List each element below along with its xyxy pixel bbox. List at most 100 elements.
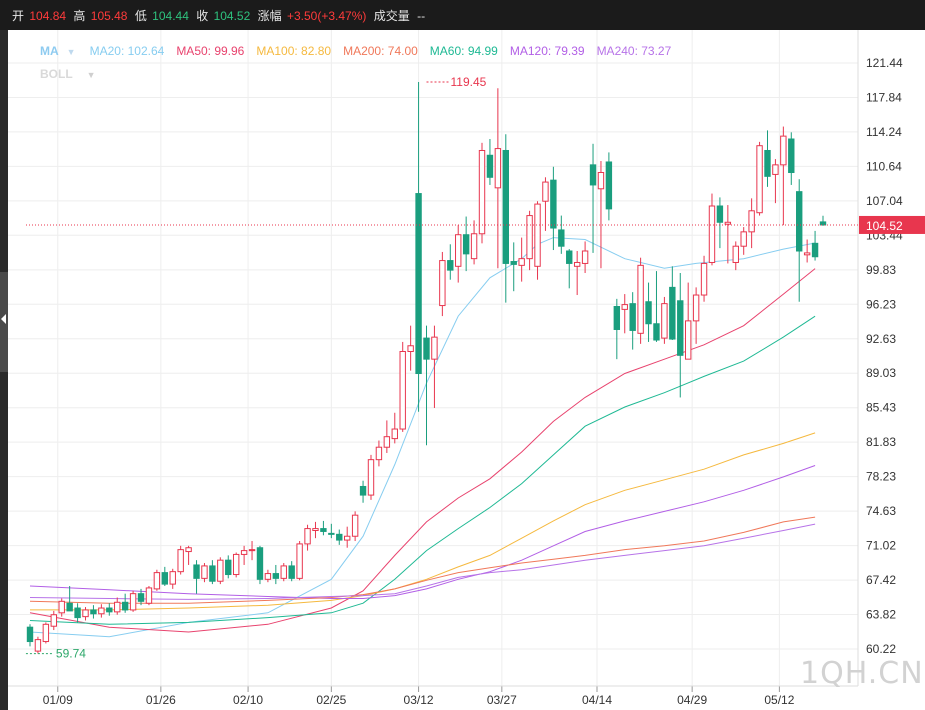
y-tick-label: 99.83 <box>866 263 896 277</box>
candle-body <box>114 601 121 613</box>
boll-label[interactable]: BOLL <box>40 67 73 81</box>
candle-body <box>121 601 129 611</box>
candle-body <box>645 301 652 325</box>
ma-dropdown-icon[interactable]: ▼ <box>67 47 76 57</box>
candle-body <box>217 559 224 582</box>
boll-dropdown-icon[interactable]: ▼ <box>87 70 96 80</box>
ma-legend-title[interactable]: MA <box>40 44 59 58</box>
candle-body <box>764 149 771 177</box>
ma-legend-item: MA240: 73.27 <box>596 44 672 58</box>
watermark-logo: 1QH.CN <box>800 656 924 691</box>
candle-body <box>803 252 811 256</box>
candle-body <box>137 593 145 602</box>
x-tick-label: 04/14 <box>582 693 612 707</box>
y-tick-label: 96.23 <box>866 297 896 311</box>
x-tick-label: 01/26 <box>146 693 176 707</box>
candle-body <box>486 154 494 178</box>
candle-body <box>796 191 803 252</box>
candle-body <box>161 572 169 585</box>
ma-legend-item: MA120: 79.39 <box>509 44 585 58</box>
candle-body <box>415 193 422 375</box>
candle-body <box>26 626 34 643</box>
candle-body <box>383 436 391 448</box>
x-tick-label: 04/29 <box>677 693 707 707</box>
candle-body <box>558 229 565 247</box>
max-annotation-label: 119.45 <box>451 75 487 89</box>
candle-body <box>447 260 454 271</box>
candle-body <box>534 203 541 267</box>
candle-body <box>423 337 430 360</box>
ma-legend-item: MA20: 102.64 <box>89 44 165 58</box>
y-tick-label: 60.22 <box>866 642 896 656</box>
candle-body <box>653 323 660 341</box>
candle-body <box>613 306 621 330</box>
candle-body <box>209 565 216 582</box>
candle-body <box>581 250 589 264</box>
candle-body <box>98 607 105 615</box>
candle-body <box>344 535 351 541</box>
candle-body <box>542 181 549 202</box>
candle-body <box>328 532 335 535</box>
y-tick-label: 78.23 <box>866 470 896 484</box>
candle-body <box>502 149 510 264</box>
candle-body <box>692 294 700 322</box>
boll-indicator[interactable]: BOLL ▼ <box>40 67 96 81</box>
candle-body <box>296 543 303 579</box>
candle-body <box>375 446 383 461</box>
candle-body <box>566 250 573 264</box>
candle-body <box>153 572 161 590</box>
candle-body <box>129 593 137 611</box>
candle-body <box>66 602 73 612</box>
candle-body <box>367 459 375 496</box>
candle-body <box>320 528 327 532</box>
candle-body <box>336 533 343 541</box>
y-tick-label: 63.82 <box>866 608 896 622</box>
candlestick-chart: 121.44117.84114.24110.64107.04103.4499.8… <box>8 30 925 707</box>
candle-body <box>589 164 597 186</box>
candle-body <box>478 149 486 235</box>
y-tick-label: 89.03 <box>866 366 896 380</box>
candle-body <box>740 231 747 247</box>
candle-body <box>788 138 795 174</box>
y-tick-label: 81.83 <box>866 435 896 449</box>
x-tick-label: 05/12 <box>764 693 794 707</box>
x-tick-label: 02/10 <box>233 693 263 707</box>
x-tick-label: 02/25 <box>316 693 346 707</box>
candle-body <box>677 300 684 356</box>
candle-body <box>462 234 470 255</box>
ma-legend-items: MA20: 102.64 MA50: 99.96 MA100: 82.80 MA200… <box>90 44 684 58</box>
candle-body <box>82 609 89 618</box>
y-tick-label: 67.42 <box>866 573 896 587</box>
y-tick-label: 74.63 <box>866 504 896 518</box>
candle-body <box>431 336 438 360</box>
candle-body <box>304 528 311 545</box>
candle-body <box>240 550 248 555</box>
candle-body <box>232 553 240 576</box>
candle-body <box>74 607 81 619</box>
candle-body <box>248 549 256 552</box>
current-price-label: 104.52 <box>866 219 903 233</box>
candle-body <box>225 559 232 576</box>
candle-body <box>724 221 732 225</box>
candle-body <box>145 587 153 604</box>
candle-body <box>550 179 557 229</box>
ma-legend: MA ▼ MA20: 102.64 MA50: 99.96 MA100: 82.80 MA… <box>40 44 695 58</box>
candle-body <box>669 286 676 340</box>
candle-body <box>621 304 628 310</box>
candle-body <box>407 345 414 353</box>
candle-body <box>193 564 200 579</box>
candle-body <box>716 205 724 223</box>
candle-body <box>597 172 605 190</box>
candle-body <box>780 135 787 166</box>
candle-body <box>288 565 295 579</box>
y-tick-label: 92.63 <box>866 332 896 346</box>
candle-body <box>169 571 176 585</box>
candle-body <box>106 607 113 613</box>
y-tick-label: 117.84 <box>866 90 902 104</box>
candle-body <box>637 264 644 334</box>
candle-body <box>177 549 184 573</box>
ma-legend-item: MA100: 82.80 <box>256 44 332 58</box>
candle-body <box>391 428 398 440</box>
candle-body <box>34 639 42 652</box>
candle-body <box>351 514 359 537</box>
